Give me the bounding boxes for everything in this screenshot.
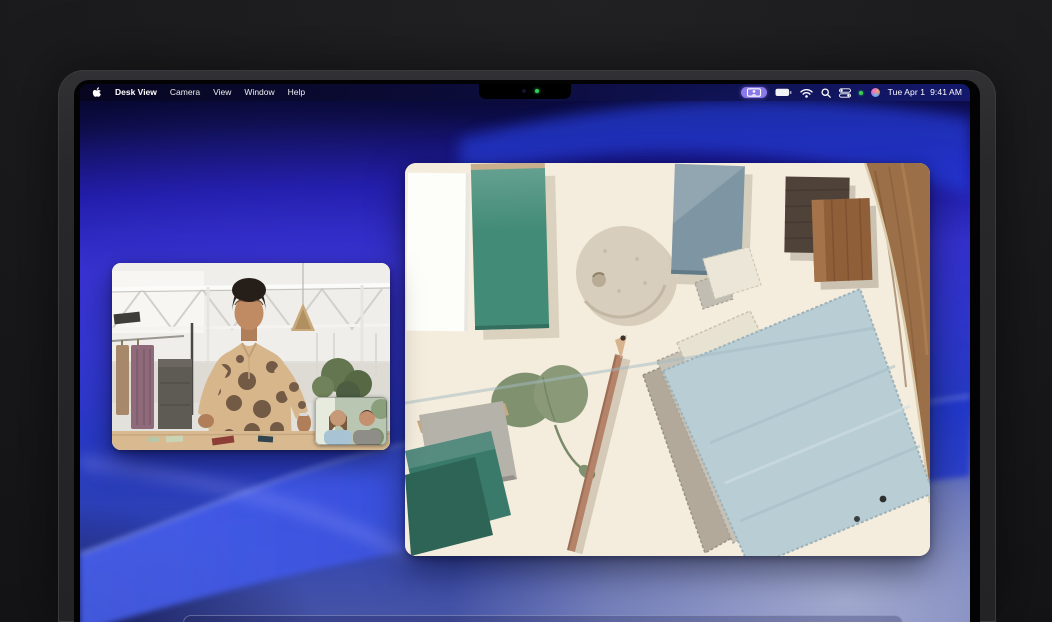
screen-share-icon: [745, 88, 763, 97]
apple-logo-icon: [92, 87, 102, 98]
menu-window[interactable]: Window: [244, 84, 274, 101]
apple-menu[interactable]: [92, 87, 102, 98]
menu-app-name[interactable]: Desk View: [115, 84, 157, 101]
macbook-chassis: Desk View Camera View Window Help: [58, 70, 996, 622]
background-window-edge[interactable]: [183, 615, 903, 622]
display-bezel: Desk View Camera View Window Help: [74, 80, 980, 622]
camera-indicator-led: [535, 89, 539, 93]
desk-view-feed: [405, 163, 930, 556]
menu-view[interactable]: View: [213, 84, 231, 101]
menu-bar-left: Desk View Camera View Window Help: [92, 84, 305, 101]
control-center-icon[interactable]: [839, 88, 851, 98]
siri-icon[interactable]: [871, 88, 880, 97]
walnut-wood-sample: [812, 198, 879, 290]
screenshot-root: { "menu_bar": { "app_name": "Desk View",…: [0, 0, 1052, 622]
teal-tile: [471, 163, 560, 340]
wifi-icon[interactable]: [800, 88, 813, 98]
camera-active-dot: [859, 91, 863, 95]
desk-view-window[interactable]: [405, 163, 930, 556]
display-notch: [479, 84, 571, 99]
clock-time: 9:41 AM: [930, 84, 962, 101]
menu-camera[interactable]: Camera: [170, 84, 200, 101]
menu-help[interactable]: Help: [288, 84, 305, 101]
menu-bar-status: Tue Apr 1 9:41 AM: [741, 84, 962, 101]
video-call-window[interactable]: [112, 263, 390, 450]
clock-date: Tue Apr 1: [888, 84, 925, 101]
white-tile: [406, 173, 470, 332]
battery-icon[interactable]: [775, 88, 792, 97]
pip-video: [315, 397, 387, 445]
screen: Desk View Camera View Window Help: [80, 84, 970, 622]
cabinet: [158, 359, 192, 429]
spotlight-search-icon[interactable]: [821, 88, 831, 98]
screen-sharing-indicator[interactable]: [741, 87, 767, 98]
pip-participants[interactable]: [315, 397, 387, 445]
facetime-camera-lens: [522, 89, 526, 93]
menu-bar-clock[interactable]: Tue Apr 1 9:41 AM: [888, 84, 962, 101]
